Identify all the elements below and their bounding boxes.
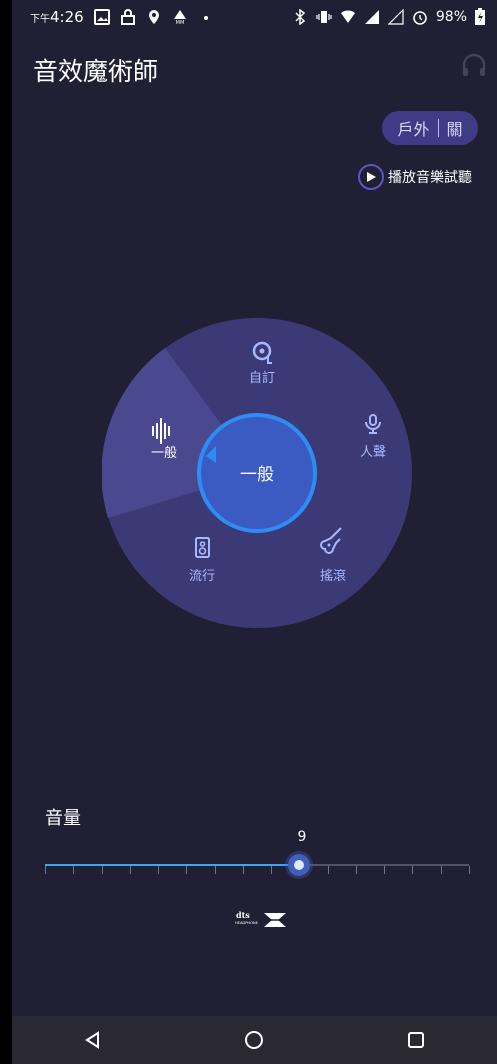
dts-headphone-x-logo: dts HEADPHONE: [235, 910, 286, 927]
battery-icon: [475, 8, 485, 25]
volume-fill: [45, 864, 300, 866]
lock-icon: [120, 9, 135, 25]
status-time: 下午4:26: [30, 8, 84, 26]
volume-tick: [384, 866, 386, 874]
volume-thumb[interactable]: [288, 854, 311, 876]
svg-text:HEADPHONE: HEADPHONE: [235, 921, 259, 925]
navigation-bar: [12, 1016, 497, 1064]
center-mode-label: 一般: [240, 465, 274, 485]
recents-icon: [408, 1032, 425, 1048]
home-icon: [245, 1031, 264, 1049]
preview-music-button[interactable]: 播放音樂試聽: [358, 164, 472, 190]
volume-tick: [242, 866, 244, 874]
volume-value: 9: [297, 829, 307, 845]
recents-button[interactable]: [396, 1020, 436, 1060]
volume-tick: [101, 866, 103, 874]
signal-icon: [364, 9, 379, 24]
volume-tick: [412, 866, 414, 874]
svg-text:MM: MM: [175, 20, 184, 25]
sound-mode-wheel[interactable]: 一般 自訂 人聲 搖滾 流行 一般: [102, 318, 412, 628]
volume-tick: [271, 866, 273, 874]
volume-slider[interactable]: [45, 854, 470, 876]
mm-icon: MM: [173, 10, 186, 25]
volume-tick: [440, 866, 442, 874]
dot-icon: [203, 16, 208, 20]
volume-tick: [355, 866, 357, 874]
outdoor-mode-toggle[interactable]: 戶外 關: [382, 111, 478, 145]
wifi-icon: [340, 9, 355, 23]
volume-tick: [327, 866, 329, 874]
image-icon: [93, 9, 110, 25]
vibrate-icon: [316, 10, 332, 23]
status-bar: 下午4:26 MM 98%: [12, 0, 497, 36]
page-title: 音效魔術師: [33, 57, 159, 86]
volume-tick: [129, 866, 131, 874]
volume-tick: [469, 866, 470, 874]
bluetooth-icon: [295, 8, 306, 25]
outdoor-mode-label: 戶外: [397, 120, 430, 139]
volume-tick: [158, 866, 160, 874]
back-icon: [84, 1031, 99, 1049]
volume-tick: [45, 866, 46, 874]
battery-percent: 98%: [435, 8, 467, 25]
alarm-icon: [413, 10, 427, 25]
mode-pop-label: 流行: [189, 569, 215, 584]
mode-custom-label: 自訂: [249, 370, 275, 386]
mode-rock-label: 搖滾: [320, 569, 346, 584]
app-screen: 下午4:26 MM 98% 音效魔術師 戶外 關 播放音樂試聽 一般 自訂 人聲…: [12, 0, 497, 1064]
volume-tick: [214, 866, 216, 874]
location-icon: [148, 10, 159, 24]
mode-general-label: 一般: [151, 445, 177, 461]
play-icon: [358, 164, 384, 190]
headphone-icon[interactable]: [461, 52, 487, 78]
signal-empty-icon: [387, 8, 404, 25]
back-button[interactable]: [73, 1020, 113, 1060]
mode-vocal-label: 人聲: [360, 444, 386, 460]
volume-tick: [186, 866, 188, 874]
svg-text:dts: dts: [236, 910, 250, 920]
outdoor-mode-state: 關: [446, 120, 463, 139]
volume-label: 音量: [45, 808, 81, 829]
preview-music-label: 播放音樂試聽: [388, 170, 472, 186]
volume-tick: [73, 866, 75, 874]
toggle-divider: [437, 119, 439, 137]
home-button[interactable]: [234, 1020, 274, 1060]
